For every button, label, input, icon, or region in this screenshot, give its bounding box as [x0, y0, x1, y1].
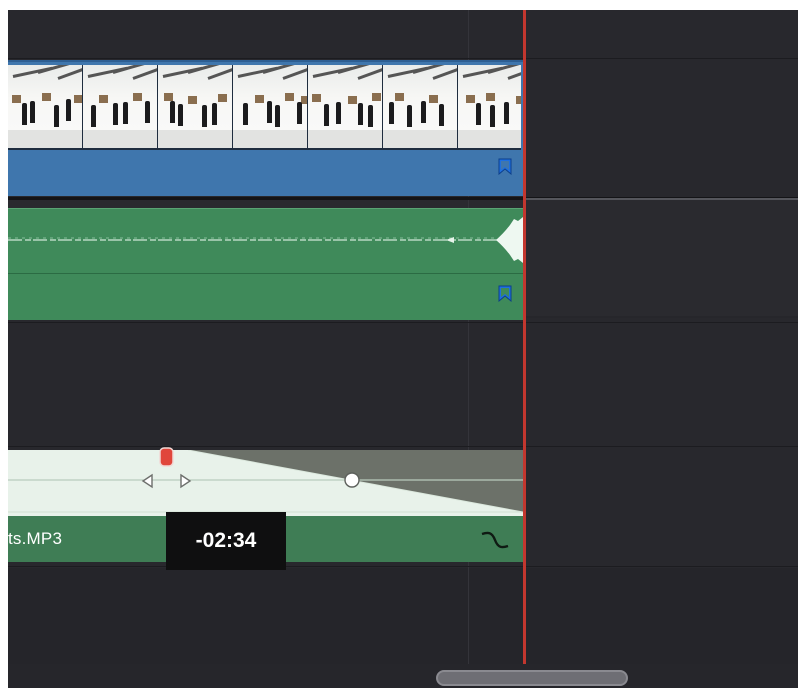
fade-handle-left-icon[interactable] — [139, 472, 157, 490]
clip-name: ts.MP3 — [8, 529, 63, 548]
playhead[interactable] — [523, 10, 526, 688]
bookmark-marker-icon[interactable] — [498, 158, 512, 175]
empty-track-lane[interactable] — [8, 318, 798, 448]
audio-volume-line[interactable] — [8, 273, 523, 274]
fade-handle-right-icon[interactable] — [176, 472, 194, 490]
scrollbar-thumb[interactable] — [436, 670, 628, 686]
video-thumbnail-strip — [8, 65, 521, 150]
track-divider — [8, 566, 798, 567]
video-thumbnail — [233, 65, 308, 148]
audio-clip[interactable] — [8, 208, 523, 320]
fade-out-region[interactable] — [8, 450, 523, 516]
fade-curve-icon[interactable] — [480, 528, 510, 552]
video-clip[interactable] — [8, 60, 523, 196]
horizontal-scrollbar[interactable] — [8, 664, 798, 688]
editor-root: ts.MP3 -02:34 — [0, 0, 798, 688]
video-thumbnail — [308, 65, 383, 148]
keyframe-point-icon[interactable] — [343, 471, 361, 489]
fade-duration-tooltip: -02:34 — [166, 512, 286, 570]
video-thumbnail — [458, 65, 521, 148]
video-thumbnail — [158, 65, 233, 148]
track-divider — [8, 58, 798, 59]
separator-highlight — [523, 198, 798, 200]
fade-top-handle-icon[interactable] — [158, 446, 176, 468]
timeline-panel[interactable]: ts.MP3 -02:34 — [8, 10, 798, 688]
track-divider — [8, 322, 798, 323]
video-thumbnail — [83, 65, 158, 148]
track-divider — [8, 446, 798, 447]
audio-waveform — [8, 217, 523, 263]
video-thumbnail — [383, 65, 458, 148]
bookmark-marker-icon[interactable] — [498, 285, 512, 302]
video-thumbnail — [8, 65, 83, 148]
fade-curve — [8, 450, 523, 513]
